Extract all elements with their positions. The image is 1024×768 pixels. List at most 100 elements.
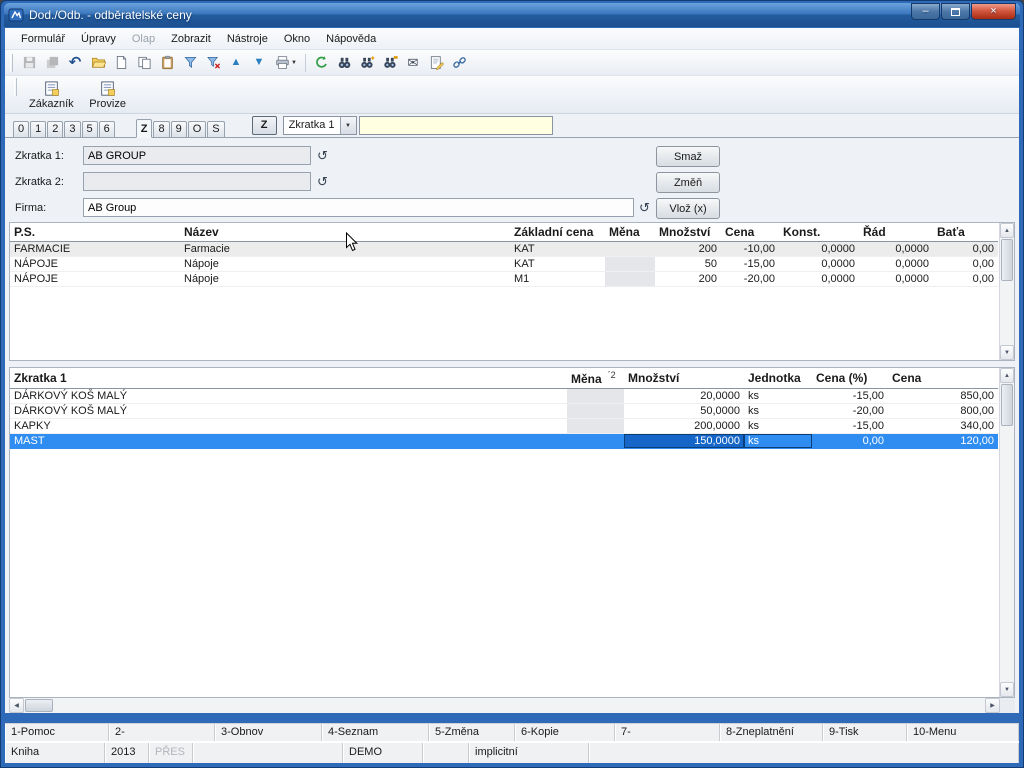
fkey-10-menu[interactable]: 10-Menu	[907, 724, 1019, 741]
quick-search-input[interactable]	[359, 116, 553, 135]
col-jednotka[interactable]: Jednotka	[744, 368, 812, 389]
shortcut-bar-grip[interactable]	[14, 78, 17, 96]
price-group-row[interactable]: FARMACIE Farmacie KAT 200 -10,00 0,0000 …	[10, 242, 998, 257]
find-button[interactable]	[333, 53, 355, 73]
menu-upravy[interactable]: Úpravy	[73, 30, 124, 48]
combo-dropdown-icon[interactable]: ▼	[340, 117, 356, 134]
menu-okno[interactable]: Okno	[276, 30, 318, 48]
clipboard-button[interactable]	[156, 53, 178, 73]
tab-3[interactable]: 3	[64, 121, 80, 137]
vloz-button[interactable]: Vlož (x)	[656, 198, 720, 219]
item-price-row[interactable]: KAPKY 200,0000 ks -15,00 340,00	[10, 419, 998, 434]
col-cena2[interactable]: Cena	[888, 368, 998, 389]
price-group-row[interactable]: NÁPOJE Nápoje M1 200 -20,00 0,0000 0,000…	[10, 272, 998, 287]
item-price-row-selected[interactable]: MAST 150,0000 ks 0,00 120,00	[10, 434, 998, 449]
tab-6[interactable]: 6	[99, 121, 115, 137]
zkratka2-history-icon[interactable]: ↺	[317, 175, 328, 188]
z-toggle-button[interactable]: Z	[252, 116, 277, 135]
menu-formular[interactable]: Formulář	[13, 30, 73, 48]
toolbar-grip[interactable]	[10, 54, 13, 72]
tab-z-active[interactable]: Z	[136, 119, 153, 138]
scroll-up-icon[interactable]: ▲	[1000, 223, 1014, 238]
item-price-row[interactable]: DÁRKOVÝ KOŠ MALÝ 50,0000 ks -20,00 800,0…	[10, 404, 998, 419]
next-button[interactable]: ▼	[248, 53, 270, 73]
tab-s[interactable]: S	[207, 121, 224, 137]
zkratka1-input[interactable]	[83, 146, 311, 165]
tab-5[interactable]: 5	[82, 121, 98, 137]
upper-vertical-scrollbar[interactable]: ▲ ▼	[999, 223, 1014, 360]
print-button[interactable]: ▼	[271, 53, 301, 73]
fkey-3-obnov[interactable]: 3-Obnov	[215, 724, 322, 741]
item-price-row[interactable]: DÁRKOVÝ KOŠ MALÝ 20,0000 ks -15,00 850,0…	[10, 389, 998, 404]
fkey-4-seznam[interactable]: 4-Seznam	[322, 724, 429, 741]
find-next-button[interactable]	[356, 53, 378, 73]
tab-8[interactable]: 8	[153, 121, 169, 137]
tab-o[interactable]: O	[188, 121, 207, 137]
close-button[interactable]: ×	[971, 3, 1016, 20]
zmen-button[interactable]: Změň	[656, 172, 720, 193]
lower-scroll-thumb[interactable]	[1001, 384, 1013, 426]
copy-button[interactable]	[133, 53, 155, 73]
col-mnozstvi[interactable]: Množství	[655, 223, 721, 242]
menu-zobrazit[interactable]: Zobrazit	[163, 30, 219, 48]
col-mnozstvi2[interactable]: Množství	[624, 368, 744, 389]
fkey-6-kopie[interactable]: 6-Kopie	[515, 724, 615, 741]
note-button[interactable]	[425, 53, 447, 73]
maximize-button[interactable]	[941, 3, 970, 20]
undo-button[interactable]: ↶	[64, 53, 86, 73]
menu-nastroje[interactable]: Nástroje	[219, 30, 276, 48]
fkey-9-tisk[interactable]: 9-Tisk	[823, 724, 907, 741]
scroll-left-icon[interactable]: ◀	[9, 698, 24, 713]
find-all-button[interactable]	[379, 53, 401, 73]
zakaznik-button[interactable]: Zákazník	[25, 78, 78, 112]
col-zakladni-cena[interactable]: Základní cena	[510, 223, 605, 242]
lower-scroll-track[interactable]	[1000, 427, 1014, 682]
tab-2[interactable]: 2	[47, 121, 63, 137]
horizontal-scrollbar[interactable]: ◀ ▶	[9, 698, 1015, 713]
tab-0[interactable]: 0	[13, 121, 29, 137]
fkey-8-zneplatneni[interactable]: 8-Zneplatnění	[720, 724, 823, 741]
link-button[interactable]	[448, 53, 470, 73]
smaz-button[interactable]: Smaž	[656, 146, 720, 167]
fkey-1-pomoc[interactable]: 1-Pomoc	[5, 724, 109, 741]
scroll-down-icon[interactable]: ▼	[1000, 682, 1014, 697]
provize-button[interactable]: Provize	[82, 78, 134, 112]
scroll-up-icon[interactable]: ▲	[1000, 368, 1014, 383]
upper-scroll-thumb[interactable]	[1001, 239, 1013, 281]
fkey-7[interactable]: 7-	[615, 724, 720, 741]
tab-9[interactable]: 9	[171, 121, 187, 137]
save-all-button[interactable]	[41, 53, 63, 73]
scroll-right-icon[interactable]: ▶	[985, 698, 1000, 713]
filter-button[interactable]	[179, 53, 201, 73]
zkratka1-history-icon[interactable]: ↺	[317, 149, 328, 162]
col-nazev[interactable]: Název	[180, 223, 510, 242]
col-zkratka1[interactable]: Zkratka 1	[10, 368, 567, 389]
scroll-down-icon[interactable]: ▼	[1000, 345, 1014, 360]
horizontal-scroll-track[interactable]	[54, 698, 985, 713]
new-button[interactable]	[110, 53, 132, 73]
col-konst[interactable]: Konst.	[779, 223, 859, 242]
firma-input[interactable]	[83, 198, 634, 217]
col-mena2[interactable]: Měna´2	[567, 368, 624, 389]
lower-vertical-scrollbar[interactable]: ▲ ▼	[999, 368, 1014, 697]
filter-clear-button[interactable]	[202, 53, 224, 73]
refresh-button[interactable]	[310, 53, 332, 73]
firma-history-icon[interactable]: ↺	[639, 201, 650, 214]
mail-button[interactable]: ✉	[402, 53, 424, 73]
minimize-button[interactable]: –	[911, 3, 940, 20]
col-bata[interactable]: Baťa	[933, 223, 998, 242]
filter-field-combo[interactable]: Zkratka 1 ▼	[283, 116, 357, 135]
price-group-row[interactable]: NÁPOJE Nápoje KAT 50 -15,00 0,0000 0,000…	[10, 257, 998, 272]
col-ps[interactable]: P.S.	[10, 223, 180, 242]
horizontal-scroll-thumb[interactable]	[25, 699, 53, 712]
fkey-2[interactable]: 2-	[109, 724, 215, 741]
col-cena[interactable]: Cena	[721, 223, 779, 242]
tab-1[interactable]: 1	[30, 121, 46, 137]
fkey-5-zmena[interactable]: 5-Změna	[429, 724, 515, 741]
menu-napoveda[interactable]: Nápověda	[318, 30, 384, 48]
upper-scroll-track[interactable]	[1000, 282, 1014, 345]
col-rad[interactable]: Řád	[859, 223, 933, 242]
col-mena[interactable]: Měna	[605, 223, 655, 242]
col-cena-pct[interactable]: Cena (%)	[812, 368, 888, 389]
open-button[interactable]	[87, 53, 109, 73]
